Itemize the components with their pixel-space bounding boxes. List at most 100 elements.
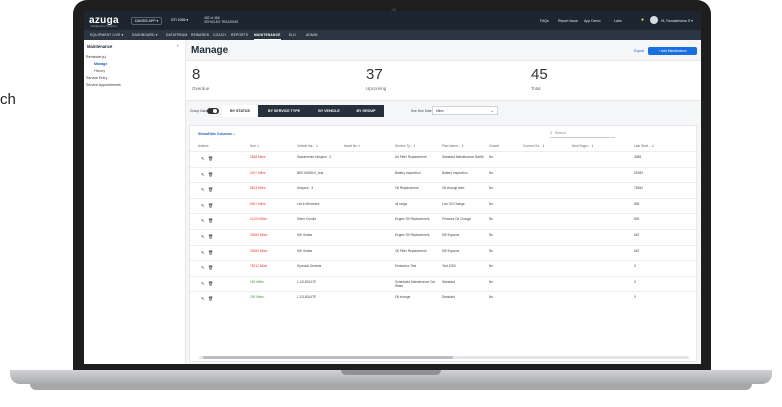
table-row[interactable]: ✎ 🗑 240+ Miles BEE MOBILE_test Battery Inspe…	[190, 166, 698, 181]
table-row[interactable]: ✎ 🗑 5813 Miles Hospice - 3 Oil Replacement Oi…	[190, 182, 698, 196]
faqs-link[interactable]: FAQs	[540, 19, 549, 23]
col-last-service[interactable]: Last Servi... ⇕	[634, 144, 654, 148]
tab-by-vehicle[interactable]: BY VEHICLE	[310, 105, 348, 117]
add-maintenance-button[interactable]: + Add Maintenance	[648, 47, 697, 55]
vehicle-count: 452 of 456 VEHICLES TRACKING	[204, 16, 238, 24]
vehicle-dropdown[interactable]: DTI 1056 ▾	[168, 17, 191, 23]
edit-icon[interactable]: ✎	[201, 296, 205, 301]
delete-icon[interactable]: 🗑	[208, 281, 213, 287]
edit-icon[interactable]: ✎	[201, 156, 205, 161]
edit-icon[interactable]: ✎	[201, 234, 205, 239]
table-row[interactable]: ✎ 🗑 630+ Miles Leo's Mercedes oil range Low O…	[190, 197, 698, 212]
plan-cell: Low Oil Change	[442, 201, 465, 206]
sidebar-item-history[interactable]: History	[94, 69, 105, 73]
table-row[interactable]: ✎ 🗑 78212 Miles Hyundai Genesis Emissions Te…	[190, 260, 698, 274]
vehicle-cell[interactable]: BEE MOBILE_test	[297, 171, 341, 176]
export-link[interactable]: Export	[634, 49, 644, 53]
search-input[interactable]: ⚲ Search	[550, 129, 615, 138]
tab-by-service-type[interactable]: BY SERVICE TYPE	[258, 105, 310, 117]
table-row[interactable]: ✎ 🗑 2848 Miles Sacramento Hospice - 2 Air Fi…	[190, 151, 698, 165]
horizontal-scrollbar[interactable]	[199, 356, 689, 359]
edit-icon[interactable]: ✎	[201, 281, 205, 286]
show-hide-columns-button[interactable]: Show/Hide Columns ⌵	[198, 132, 235, 136]
delete-icon[interactable]: 🗑	[208, 172, 213, 178]
lightbulb-icon[interactable]: ●	[641, 17, 644, 23]
user-menu[interactable]: Hi, Ramakrishna S ▾	[661, 19, 693, 23]
col-vehicle-name[interactable]: Vehicle Na... ⇕	[297, 144, 318, 148]
closed-cell: No	[489, 233, 494, 237]
sidebar-item-reminders[interactable]: Reminder(s)	[86, 55, 106, 59]
collapse-chevron-icon[interactable]: ‹	[177, 43, 179, 49]
col-next-engine[interactable]: Next Engin... ⇕	[572, 144, 594, 148]
delete-icon[interactable]: 🗑	[208, 265, 213, 271]
vehicle-cell[interactable]: MS Honda	[297, 233, 341, 238]
app-demo-link[interactable]: App Demo	[584, 19, 601, 23]
report-issue-link[interactable]: Report Issue	[558, 19, 578, 23]
avatar[interactable]	[650, 16, 658, 24]
chevron-down-icon: ⌄	[490, 108, 494, 113]
vehicle-cell[interactable]: Hyundai Genesis	[297, 264, 341, 269]
sidebar-item-manage[interactable]: Manage	[94, 62, 107, 66]
nav-rewards[interactable]: REWARDS	[191, 33, 209, 37]
group-data-toggle[interactable]	[207, 108, 219, 114]
edit-icon[interactable]: ✎	[201, 187, 205, 192]
vehicle-cell[interactable]: MS Honda	[297, 249, 341, 254]
vehicle-cell[interactable]: 1.12L80147E	[297, 280, 341, 285]
col-plan-name[interactable]: Plan Name... ⇕	[442, 144, 464, 148]
edit-icon[interactable]: ✎	[201, 203, 205, 208]
table-row[interactable]: ✎ 🗑 150 Miles 1.12L80147E Oil change Standard…	[190, 291, 698, 305]
vehicle-cell[interactable]: Sacramento Hospice - 2	[297, 155, 341, 160]
table-row[interactable]: ✎ 🗑 150 Miles 1.12L80147E Scheduled Maintena…	[190, 275, 698, 290]
table-row[interactable]: ✎ 🗑 28369 Miles MS Honda Engine Oil Replacem…	[190, 229, 698, 243]
plan-cell: MS Equinox	[442, 233, 460, 237]
delete-icon[interactable]: 🗑	[208, 250, 213, 256]
vehicle-count-line2: VEHICLES TRACKING	[204, 20, 239, 24]
nav-coach[interactable]: COACH	[213, 33, 226, 37]
vehicle-cell[interactable]: Leo's Mercedes	[297, 202, 341, 207]
delete-icon[interactable]: 🗑	[208, 187, 213, 193]
edit-icon[interactable]: ✎	[201, 172, 205, 177]
col-due[interactable]: Due ⇕	[250, 144, 259, 148]
laptop-base-notch	[341, 370, 441, 375]
tab-by-group[interactable]: BY GROUP	[348, 105, 384, 117]
scrollbar-thumb[interactable]	[203, 356, 453, 359]
logo-subtitle: A Bridgestone Company	[90, 25, 117, 28]
tab-by-status[interactable]: BY STATUS	[222, 105, 258, 117]
due-cell: 630+ Miles	[250, 201, 266, 206]
nav-eld[interactable]: ELD	[289, 33, 296, 37]
last-service-cell: 4088	[634, 155, 642, 159]
sidebar-item-service-appointments[interactable]: Service Appointments	[86, 83, 121, 87]
nav-equipment-live[interactable]: EQUIPMENT LIVE ▾	[90, 33, 123, 37]
edit-icon[interactable]: ✎	[201, 265, 205, 270]
col-asset-no[interactable]: Asset No ⇕	[344, 144, 361, 148]
sidebar-item-service-entry[interactable]: Service Entry	[86, 76, 107, 80]
account-dropdown[interactable]: DAVIDS APP ▾	[131, 17, 163, 25]
nav-reports[interactable]: REPORTS	[231, 33, 248, 37]
delete-icon[interactable]: 🗑	[208, 296, 213, 302]
col-service-type[interactable]: Service Ty... ⇕	[395, 144, 416, 148]
table-row[interactable]: ✎ 🗑 11200 Miles Silver Corolla Engine Oil Re…	[190, 213, 698, 227]
edit-icon[interactable]: ✎	[201, 250, 205, 255]
edit-icon[interactable]: ✎	[201, 218, 205, 223]
nav-maintenance[interactable]: MAINTENANCE	[254, 33, 281, 40]
delete-icon[interactable]: 🗑	[208, 218, 213, 224]
delete-icon[interactable]: 🗑	[208, 203, 213, 209]
col-closed: Closed	[489, 144, 499, 148]
closed-cell: No	[489, 170, 494, 175]
nav-admin[interactable]: ADMIN	[306, 33, 318, 37]
vehicle-cell[interactable]: Silver Corolla	[297, 218, 341, 222]
last-service-cell: 0	[634, 295, 636, 300]
nav-dashboard[interactable]: DASHBOARD ▾	[132, 33, 158, 37]
due-date-select[interactable]: Miles ⌄	[432, 106, 498, 115]
delete-icon[interactable]: 🗑	[208, 156, 213, 162]
group-data-label: Group Data	[190, 109, 208, 113]
delete-icon[interactable]: 🗑	[208, 234, 213, 240]
total-count: 45	[531, 66, 548, 83]
col-current-odometer[interactable]: Current Od... ⇕	[523, 144, 545, 148]
nav-datatream[interactable]: DATATREAM	[166, 33, 187, 37]
vehicle-cell[interactable]: Hospice - 3	[297, 186, 341, 191]
labs-link[interactable]: Labs	[614, 19, 622, 23]
table-row[interactable]: ✎ 🗑 28369 Miles MS Honda Oil Filter Replacem…	[190, 244, 698, 259]
due-cell: 28369 Miles	[250, 233, 268, 237]
vehicle-cell[interactable]: 1.12L80147E	[297, 296, 341, 300]
